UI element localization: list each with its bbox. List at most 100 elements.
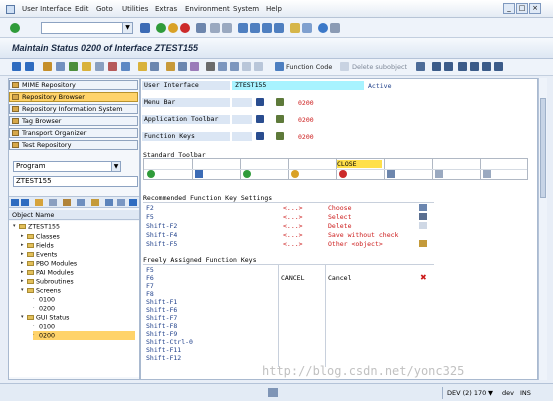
rec-code[interactable]: <...> (283, 222, 303, 230)
last-page-icon[interactable] (274, 23, 284, 33)
hierarchy-icon[interactable] (91, 199, 99, 206)
previous-page-icon[interactable] (250, 23, 260, 33)
refresh-icon[interactable] (77, 199, 85, 206)
forward-arrow-icon[interactable] (21, 199, 29, 206)
display-object-icon[interactable] (150, 62, 159, 71)
shortcut-icon[interactable] (302, 23, 312, 33)
tree-node[interactable]: ▸ Events (21, 250, 57, 259)
next-entry-icon[interactable] (482, 62, 491, 71)
new-session-icon[interactable] (290, 23, 300, 33)
next-page-icon[interactable] (262, 23, 272, 33)
previous-entry-icon[interactable] (470, 62, 479, 71)
vertical-scrollbar[interactable] (538, 78, 547, 380)
paste-icon[interactable] (230, 62, 239, 71)
info-icon[interactable] (256, 132, 264, 140)
menu-system[interactable]: System (233, 5, 259, 13)
tree-node[interactable]: ▸ PBO Modules (21, 259, 77, 268)
tree-node[interactable]: ▾ GUI Status (21, 313, 69, 322)
delete-subobject-button[interactable]: Delete subobject (352, 63, 407, 71)
up-level-icon[interactable] (35, 199, 43, 206)
tree-node[interactable]: ▸ Classes (21, 232, 60, 241)
chevron-down-icon[interactable]: ▼ (122, 23, 132, 33)
nav-test-repository[interactable]: Test Repository (9, 140, 138, 150)
first-entry-icon[interactable] (458, 62, 467, 71)
menu-edit[interactable]: Edit (75, 5, 89, 13)
check-icon[interactable] (69, 62, 78, 71)
save-icon[interactable] (140, 23, 150, 33)
layout-icon[interactable] (330, 23, 340, 33)
find-icon[interactable] (210, 23, 220, 33)
hierarchy-icon[interactable] (276, 132, 284, 140)
menu-utilities[interactable]: Utilities (122, 5, 148, 13)
menu-bar-title-field[interactable] (232, 98, 252, 107)
back-arrow-icon[interactable] (11, 199, 19, 206)
help-icon[interactable] (318, 23, 328, 33)
menu-arrow-icon[interactable] (416, 62, 425, 71)
tree-node[interactable]: ▸ Fields (21, 241, 54, 250)
scroll-down-icon[interactable] (444, 62, 453, 71)
nav-transport-organizer[interactable]: Transport Organizer (9, 128, 138, 138)
object-name-input[interactable]: ZTEST155 (13, 176, 138, 187)
function-keys-title-field[interactable] (232, 132, 252, 141)
info-icon[interactable] (256, 98, 264, 106)
last-entry-icon[interactable] (494, 62, 503, 71)
minimize-button[interactable]: _ (503, 3, 515, 14)
close-code-field[interactable]: CLOSE (337, 160, 382, 168)
settings-icon[interactable] (190, 62, 199, 71)
tree-node[interactable]: · 0200 (33, 304, 55, 313)
other-object-icon[interactable] (56, 62, 65, 71)
find-next-icon[interactable] (222, 23, 232, 33)
object-type-select[interactable]: Program ▼ (13, 161, 121, 172)
sap-menu-icon[interactable] (6, 5, 15, 14)
forward-arrow-icon[interactable] (25, 62, 34, 71)
info-icon[interactable] (138, 62, 147, 71)
chevron-down-icon[interactable]: ▼ (111, 162, 120, 171)
app-toolbar-title-field[interactable] (232, 115, 252, 124)
rec-code[interactable]: <...> (283, 213, 303, 221)
tree-node[interactable]: · 0100 (33, 295, 55, 304)
back-icon[interactable] (156, 23, 166, 33)
command-field[interactable]: ▼ (41, 22, 133, 34)
info-icon[interactable] (256, 115, 264, 123)
rec-code[interactable]: <...> (283, 231, 303, 239)
print-icon[interactable] (196, 23, 206, 33)
menu-help[interactable]: Help (266, 5, 282, 13)
scroll-up-icon[interactable] (432, 62, 441, 71)
maximize-button[interactable]: □ (516, 3, 528, 14)
enter-icon[interactable] (10, 23, 20, 33)
local-objects-icon[interactable] (105, 199, 113, 206)
menu-goto[interactable]: Goto (96, 5, 113, 13)
nav-repository-information-system[interactable]: Repository Information System (9, 104, 138, 114)
nav-tag-browser[interactable]: Tag Browser (9, 116, 138, 126)
menu-user-interface[interactable]: User Interface (22, 5, 72, 13)
undo-icon[interactable] (242, 62, 251, 71)
hierarchy-icon[interactable] (276, 115, 284, 123)
exit-icon[interactable] (168, 23, 178, 33)
rec-code[interactable]: <...> (283, 240, 303, 248)
cut-icon[interactable] (206, 62, 215, 71)
redo-icon[interactable] (254, 62, 263, 71)
test-icon[interactable] (178, 62, 187, 71)
function-code-button[interactable]: Function Code (286, 63, 332, 71)
navigation-window-icon[interactable] (121, 62, 130, 71)
rec-code[interactable]: <...> (283, 204, 303, 212)
tree-node[interactable]: ▾ ZTEST155 (13, 222, 60, 231)
object-list-icon[interactable] (108, 62, 117, 71)
tree-node[interactable]: ▸ PAI Modules (21, 268, 74, 277)
menu-extras[interactable]: Extras (155, 5, 177, 13)
display-icon[interactable] (49, 199, 57, 206)
hierarchy-icon[interactable] (276, 98, 284, 106)
menu-environment[interactable]: Environment (185, 5, 230, 13)
delete-subobject-icon[interactable] (340, 62, 349, 71)
user-interface-field[interactable]: ZTEST155 (232, 81, 364, 90)
tree-node[interactable]: ▸ Subroutines (21, 277, 74, 286)
activate-icon[interactable] (82, 62, 91, 71)
function-code-icon[interactable] (275, 62, 284, 71)
tree-node[interactable]: ▾ Screens (21, 286, 61, 295)
where-used-icon[interactable] (95, 62, 104, 71)
close-button[interactable]: × (529, 3, 541, 14)
navigate-icon[interactable] (129, 199, 137, 206)
nav-mime-repository[interactable]: MIME Repository (9, 80, 138, 90)
copy-icon[interactable] (218, 62, 227, 71)
cancel-icon[interactable] (180, 23, 190, 33)
